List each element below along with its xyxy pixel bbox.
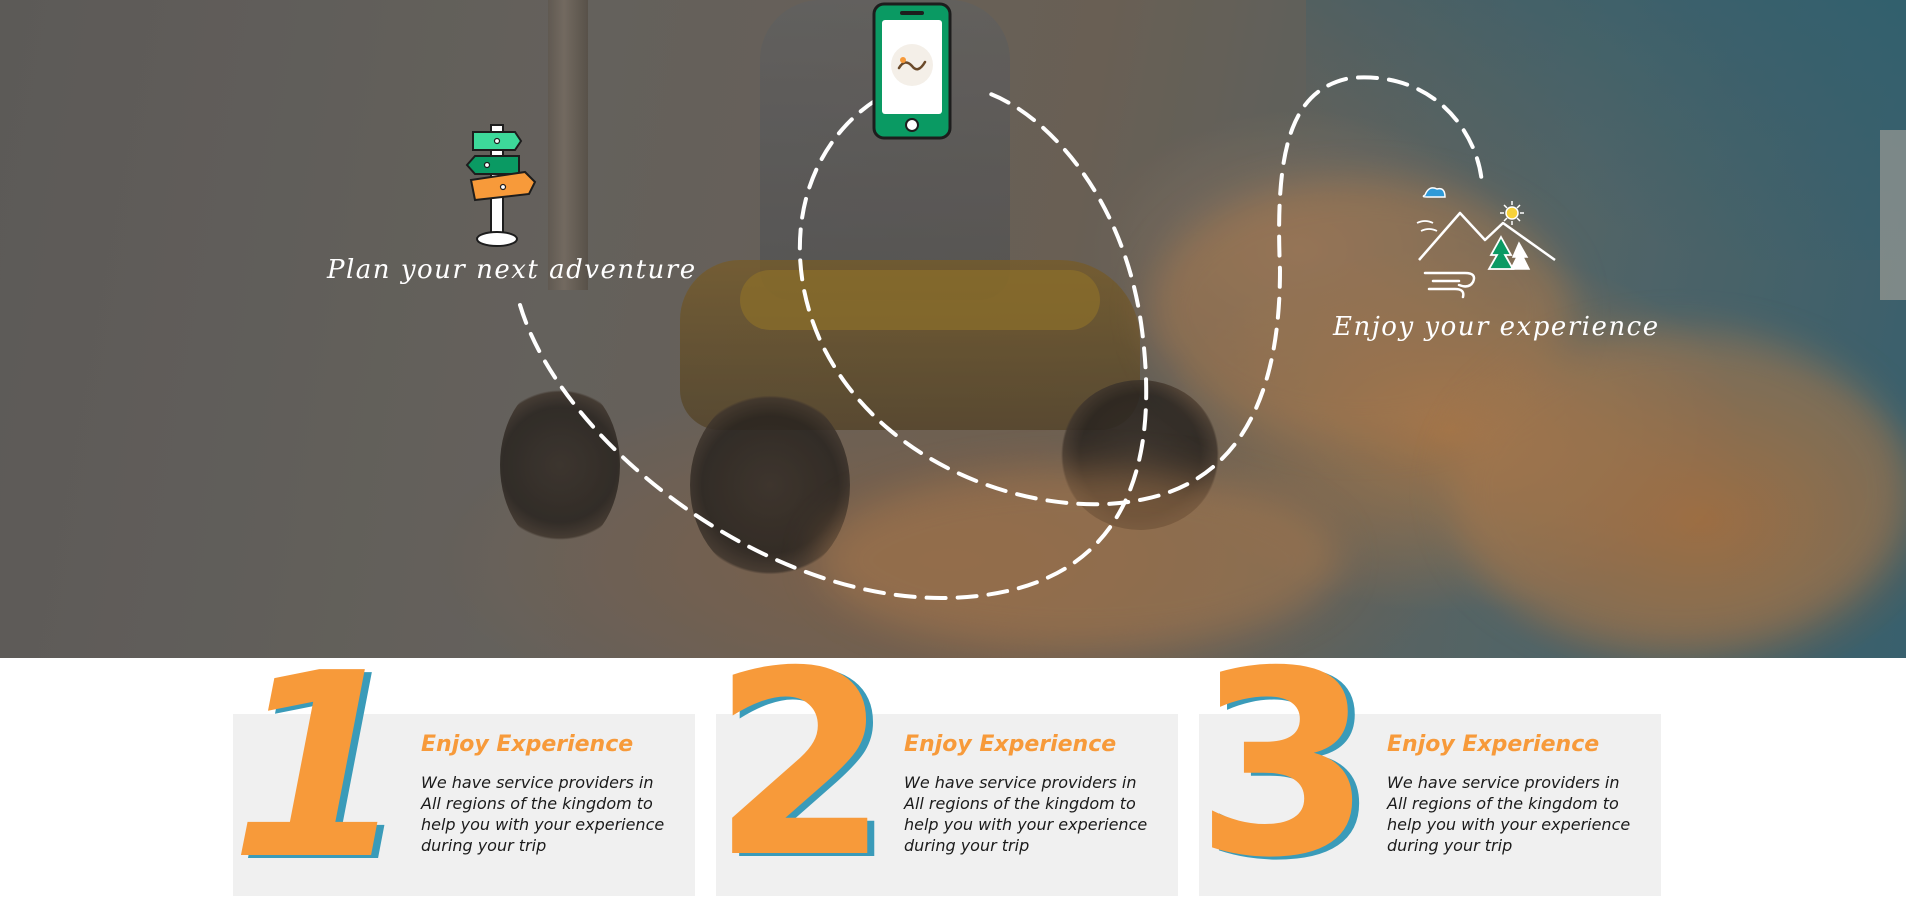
step-number-2: 2 — [712, 617, 890, 914]
step-title-1: Enjoy Experience — [421, 732, 634, 757]
steps-section: 1 2 3 Enjoy Experience We have service p… — [0, 638, 1906, 910]
step-title-3: Enjoy Experience — [1387, 732, 1600, 757]
hero-banner: Plan your next adventure Enjoy your expe… — [0, 0, 1906, 658]
phone-app-icon[interactable] — [872, 2, 952, 140]
mountain-landscape-icon — [1416, 187, 1556, 299]
plan-adventure-label: Plan your next adventure — [327, 255, 697, 285]
step-title-2: Enjoy Experience — [904, 732, 1117, 757]
step-description-2: We have service providers in All regions… — [904, 773, 1148, 855]
step-number-1: 1 — [230, 619, 408, 916]
step-number-3: 3 — [1195, 617, 1373, 914]
step-description-1: We have service providers in All regions… — [421, 773, 665, 855]
step-description-3: We have service providers in All regions… — [1387, 773, 1631, 855]
signpost-icon — [465, 124, 537, 247]
enjoy-experience-label: Enjoy your experience — [1333, 312, 1660, 342]
